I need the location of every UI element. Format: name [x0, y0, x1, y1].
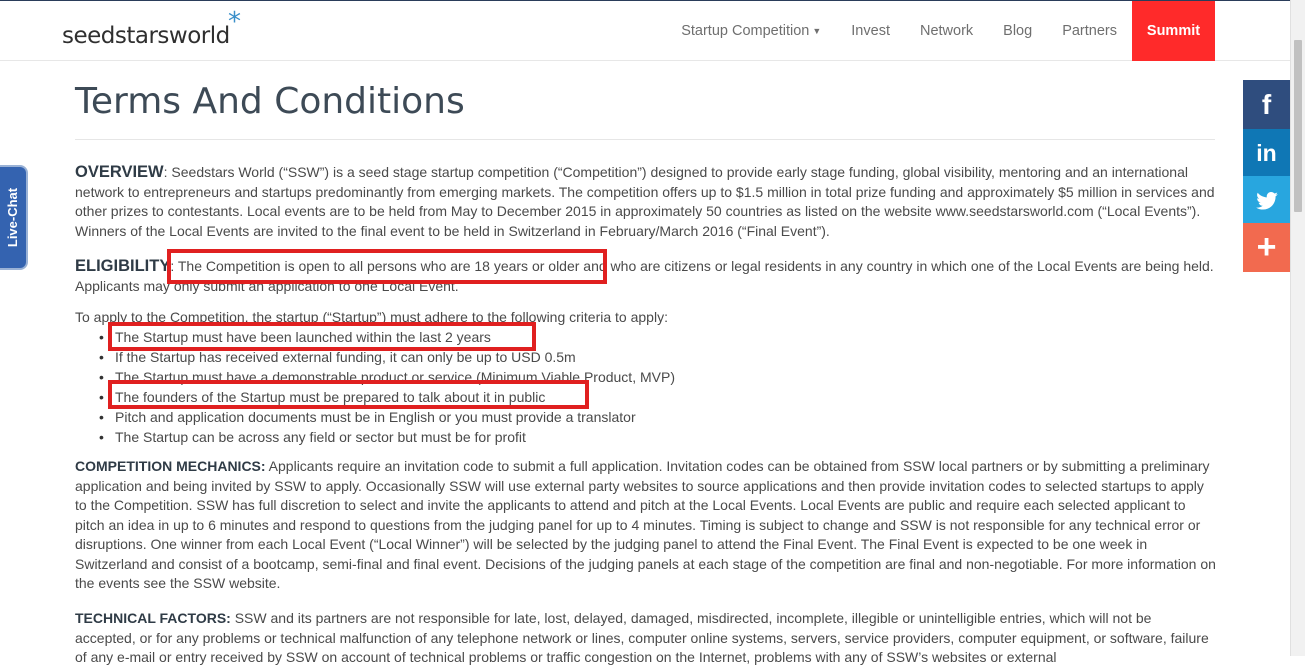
criteria-item: Pitch and application documents must be … — [99, 407, 675, 427]
criteria-item: The Startup can be across any field or s… — [99, 427, 675, 447]
page-title: Terms And Conditions — [75, 81, 465, 122]
technical-heading: TECHNICAL FACTORS: — [75, 610, 231, 626]
more-share-button[interactable]: + — [1243, 223, 1290, 272]
eligibility-heading: ELIGIBILITY — [75, 257, 171, 275]
overview-section: OVERVIEW: Seedstars World (“SSW”) is a s… — [75, 163, 1216, 241]
plus-icon: + — [1256, 228, 1277, 266]
caret-down-icon: ▼ — [812, 26, 822, 36]
nav-invest[interactable]: Invest — [836, 1, 905, 61]
linkedin-icon: in — [1256, 140, 1277, 166]
twitter-icon — [1255, 191, 1278, 210]
facebook-share-button[interactable]: f — [1243, 80, 1290, 129]
facebook-icon: f — [1261, 88, 1272, 120]
highlight-age-requirement — [167, 249, 607, 284]
nav-network[interactable]: Network — [905, 1, 988, 61]
mechanics-section: COMPETITION MECHANICS: Applicants requir… — [75, 457, 1216, 594]
site-logo[interactable]: seedstarsworld — [62, 23, 230, 49]
linkedin-share-button[interactable]: in — [1243, 129, 1290, 178]
live-chat-label: Live-Chat — [5, 187, 21, 248]
main-content: Terms And Conditions OVERVIEW: Seedstars… — [75, 81, 1216, 665]
nav-blog[interactable]: Blog — [988, 1, 1047, 61]
technical-text: SSW and its partners are not responsible… — [75, 610, 1209, 665]
live-chat-tab[interactable]: Live-Chat — [0, 165, 28, 270]
highlight-launch-requirement — [108, 322, 536, 351]
top-navbar: seedstarsworld * Startup Competition ▼ I… — [0, 0, 1290, 61]
technical-section: TECHNICAL FACTORS: SSW and its partners … — [75, 609, 1216, 668]
nav-startup-competition[interactable]: Startup Competition ▼ — [666, 1, 836, 61]
twitter-share-button[interactable] — [1243, 176, 1290, 225]
scrollbar-thumb[interactable] — [1294, 40, 1302, 212]
nav-startup-competition-label: Startup Competition — [681, 23, 810, 39]
mechanics-heading: COMPETITION MECHANICS: — [75, 458, 266, 474]
overview-heading: OVERVIEW — [75, 163, 164, 181]
mechanics-text: Applicants require an invitation code to… — [75, 458, 1216, 591]
logo-star-icon: * — [228, 7, 241, 37]
vertical-scrollbar[interactable] — [1290, 0, 1305, 656]
highlight-public-talk-requirement — [108, 380, 589, 409]
title-divider — [75, 139, 1215, 140]
overview-text: : Seedstars World (“SSW”) is a seed stag… — [75, 164, 1215, 239]
nav-summit-button[interactable]: Summit — [1132, 1, 1215, 61]
nav-partners[interactable]: Partners — [1047, 1, 1132, 61]
main-nav: Startup Competition ▼ Invest Network Blo… — [666, 1, 1290, 61]
